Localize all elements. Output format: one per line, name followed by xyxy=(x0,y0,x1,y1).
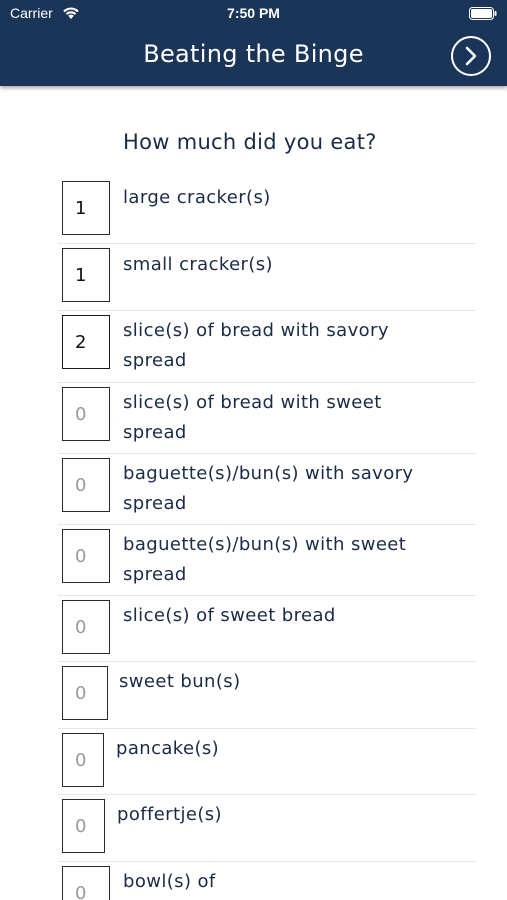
quantity-input[interactable] xyxy=(62,666,108,720)
status-bar: Carrier 7:50 PM xyxy=(0,0,507,28)
food-label: slice(s) of bread with savory spread xyxy=(123,320,389,371)
food-label: sweet bun(s) xyxy=(119,671,241,692)
food-label: baguette(s)/bun(s) with sweet spread xyxy=(123,534,407,585)
quantity-input[interactable] xyxy=(62,458,110,512)
screen: Carrier 7:50 PM Beating the Binge How mu… xyxy=(0,0,507,900)
quantity-input[interactable] xyxy=(62,866,110,900)
nav-header: Carrier 7:50 PM Beating the Binge xyxy=(0,0,507,86)
list-item: pancake(s) xyxy=(58,729,476,795)
quantity-input[interactable] xyxy=(62,387,110,441)
quantity-input[interactable] xyxy=(62,248,110,302)
list-item: sweet bun(s) xyxy=(58,662,476,729)
list-item: poffertje(s) xyxy=(58,795,476,862)
list-item: baguette(s)/bun(s) with sweet spread xyxy=(58,525,476,596)
battery-icon xyxy=(469,7,497,20)
food-label: baguette(s)/bun(s) with savory spread xyxy=(123,463,414,514)
quantity-input[interactable] xyxy=(62,733,104,787)
list-item: slice(s) of sweet bread xyxy=(58,596,476,662)
list-item: bowl(s) of xyxy=(58,862,476,900)
quantity-input[interactable] xyxy=(62,529,110,583)
list-item: baguette(s)/bun(s) with savory spread xyxy=(58,454,476,525)
food-label: poffertje(s) xyxy=(117,804,222,825)
food-label: slice(s) of sweet bread xyxy=(123,605,336,626)
list-item: slice(s) of bread with savory spread xyxy=(58,311,476,383)
chevron-right-icon xyxy=(465,46,477,66)
question-heading: How much did you eat? xyxy=(123,130,377,154)
quantity-input[interactable] xyxy=(62,600,110,654)
food-label: pancake(s) xyxy=(116,738,220,759)
food-list: large cracker(s) small cracker(s) slice(… xyxy=(0,177,507,900)
list-item: large cracker(s) xyxy=(58,177,476,244)
quantity-input[interactable] xyxy=(62,181,110,235)
clock: 7:50 PM xyxy=(227,5,280,21)
page-title: Beating the Binge xyxy=(143,40,364,68)
food-label: slice(s) of bread with sweet spread xyxy=(123,392,382,443)
quantity-input[interactable] xyxy=(62,315,110,369)
next-button[interactable] xyxy=(451,36,491,76)
quantity-input[interactable] xyxy=(62,799,105,853)
list-item: small cracker(s) xyxy=(58,244,476,311)
food-label: large cracker(s) xyxy=(123,187,271,208)
food-label: bowl(s) of xyxy=(123,871,216,892)
list-item: slice(s) of bread with sweet spread xyxy=(58,383,476,454)
food-label: small cracker(s) xyxy=(123,254,273,275)
